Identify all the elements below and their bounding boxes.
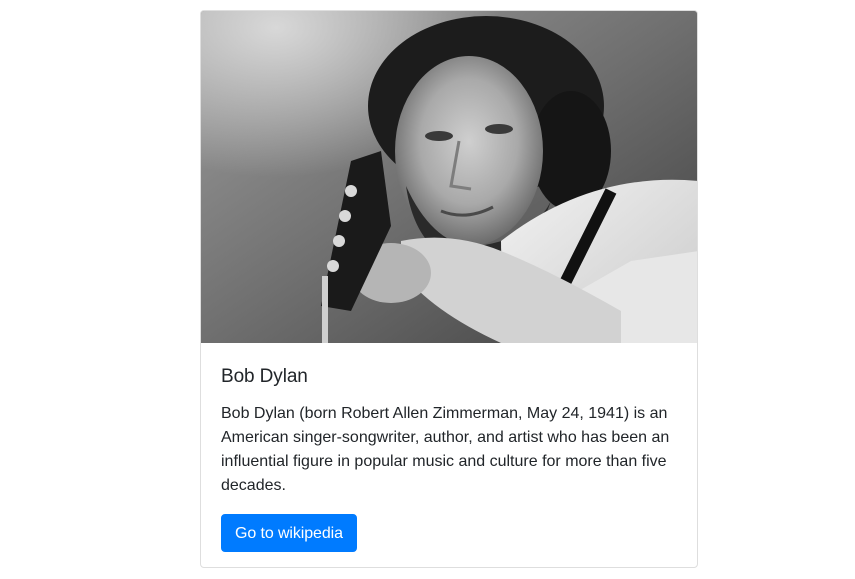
card-title: Bob Dylan (221, 366, 308, 387)
wikipedia-button[interactable]: Go to wikipedia (221, 514, 357, 552)
card-description: Bob Dylan (born Robert Allen Zimmerman, … (221, 405, 670, 494)
profile-card: Bob Dylan Bob Dylan (born Robert Allen Z… (200, 10, 698, 568)
card-body: Bob Dylan Bob Dylan (born Robert Allen Z… (201, 343, 697, 552)
page: Bob Dylan Bob Dylan (born Robert Allen Z… (0, 0, 855, 579)
card-image (201, 11, 697, 343)
